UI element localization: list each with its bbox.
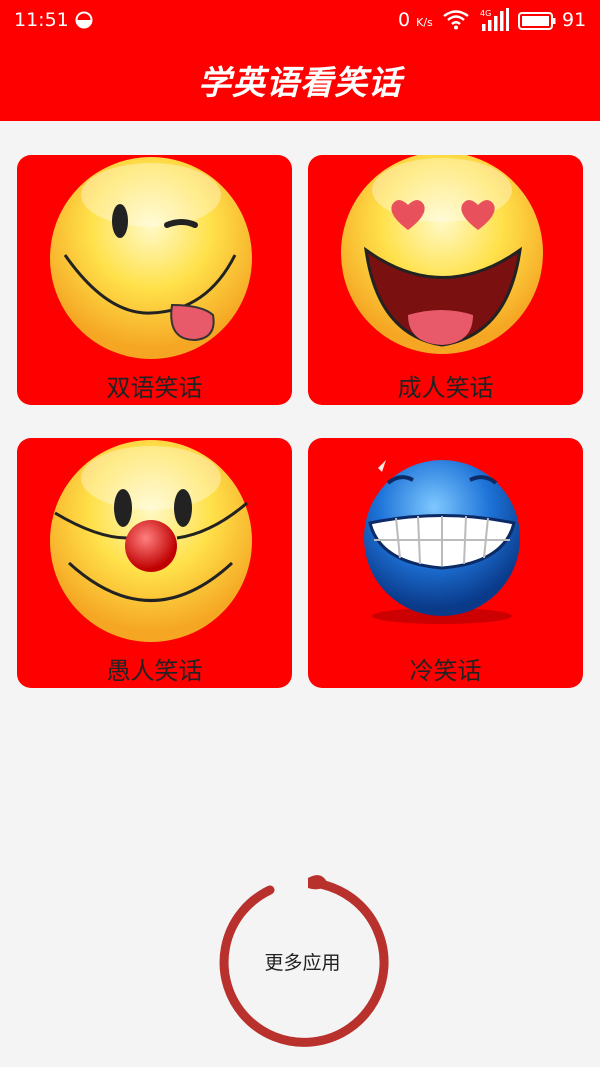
more-apps-label: 更多应用 — [264, 952, 341, 974]
status-bar: 11:51 0 K/s 4G 91 — [0, 0, 600, 42]
card-label: 冷笑话 — [409, 657, 482, 685]
network-speed: 0 K/s — [398, 9, 433, 31]
card-april-fools-jokes[interactable]: 愚人笑话 — [17, 438, 292, 688]
data-saver-icon — [75, 11, 93, 29]
network-speed-value: 0 — [398, 9, 411, 31]
card-bilingual-jokes[interactable]: 双语笑话 — [17, 155, 292, 405]
more-apps-button[interactable]: 更多应用 — [210, 870, 395, 1055]
battery-icon — [518, 12, 556, 30]
status-time: 11:51 — [14, 9, 69, 31]
card-label: 双语笑话 — [106, 374, 203, 402]
card-adult-jokes[interactable]: 成人笑话 — [308, 155, 583, 405]
network-type-label: 4G — [480, 9, 491, 18]
app-header: 11:51 0 K/s 4G 91 学英语看笑话 — [0, 0, 600, 121]
card-cold-jokes[interactable]: 冷笑话 — [308, 438, 583, 688]
cell-signal-icon: 4G — [480, 8, 509, 31]
page-title: 学英语看笑话 — [198, 63, 402, 102]
battery-level: 91 — [562, 9, 587, 31]
network-speed-unit: K/s — [416, 16, 433, 29]
wifi-icon — [443, 10, 469, 30]
card-label: 成人笑话 — [397, 374, 494, 402]
card-label: 愚人笑话 — [106, 657, 203, 685]
